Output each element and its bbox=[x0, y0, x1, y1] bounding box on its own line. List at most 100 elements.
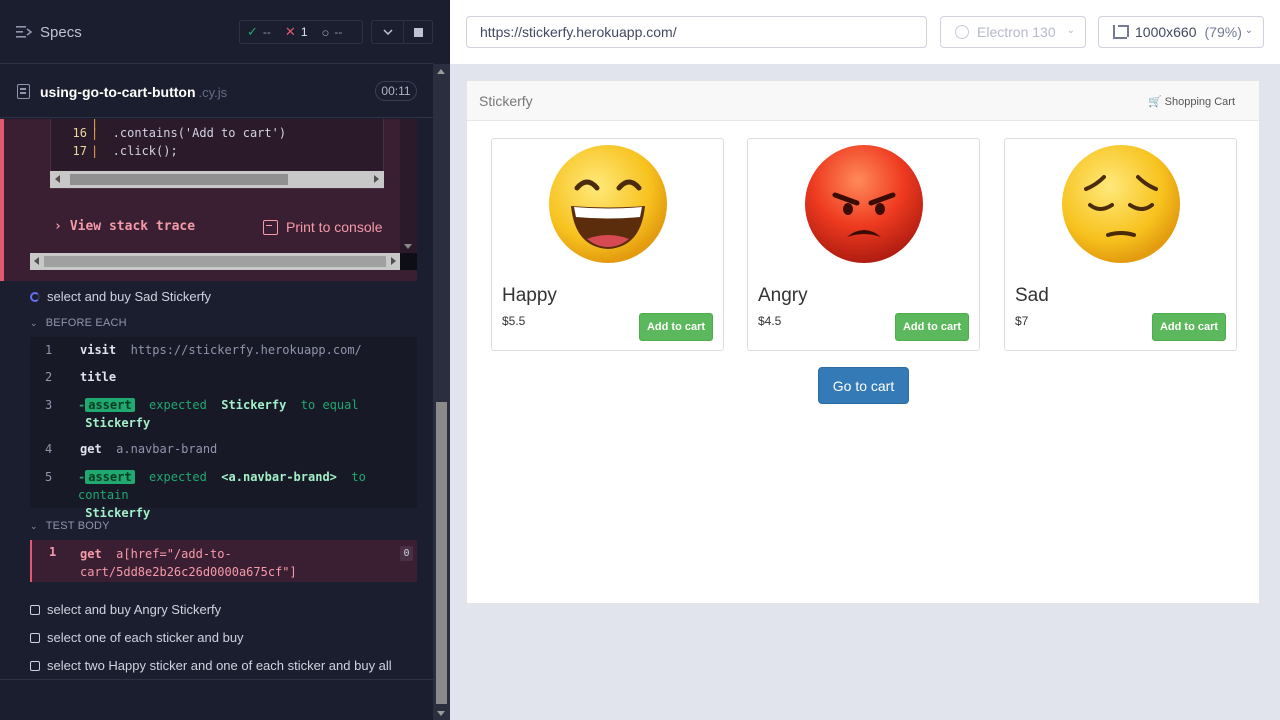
sad-face-icon bbox=[1062, 145, 1180, 263]
failed-count: 1 bbox=[300, 25, 308, 39]
product-price: $7 bbox=[1015, 314, 1029, 328]
test-item-two-happy[interactable]: select two Happy sticker and one of each… bbox=[30, 658, 392, 673]
hook-label: TEST BODY bbox=[45, 520, 110, 532]
file-icon bbox=[17, 84, 30, 99]
code-line-number: 17 bbox=[72, 144, 87, 158]
command-number: 4 bbox=[45, 442, 53, 456]
reporter-header: Specs ✓ -- ✕ 1 ○ -- bbox=[0, 0, 433, 64]
command-number: 3 bbox=[45, 398, 53, 412]
product-name: Happy bbox=[502, 285, 557, 306]
command-number: 5 bbox=[45, 470, 53, 484]
assert-value: Stickerfy bbox=[85, 416, 151, 430]
assert-subject: Stickerfy bbox=[221, 398, 287, 412]
product-card-sad: Sad $7 Add to cart bbox=[1004, 138, 1237, 351]
pending-count: -- bbox=[334, 25, 343, 39]
test-item-sad-stickerfy[interactable]: select and buy Sad Stickerfy bbox=[30, 289, 211, 304]
command-name: get bbox=[80, 442, 102, 456]
assert-text: to equal bbox=[300, 398, 359, 412]
divider bbox=[0, 679, 433, 680]
assert-value: Stickerfy bbox=[85, 506, 151, 520]
code-line: 16 | .contains('Add to cart') bbox=[51, 124, 287, 142]
command-message-line: a[href="/add-to- bbox=[116, 547, 232, 561]
pending-circle-icon: ○ bbox=[321, 24, 330, 40]
pending-square-icon bbox=[30, 660, 40, 671]
assert-badge: assert bbox=[85, 470, 135, 484]
scrollbar-corner bbox=[400, 253, 417, 270]
code-frame-scrollbar[interactable] bbox=[50, 171, 384, 188]
passed-count: -- bbox=[262, 25, 271, 39]
shopping-cart-link[interactable]: 🛒 Shopping Cart bbox=[1147, 95, 1235, 109]
test-item-one-of-each[interactable]: select one of each sticker and buy bbox=[30, 630, 244, 645]
specs-title[interactable]: Specs bbox=[40, 24, 82, 41]
error-panel-vertical-scrollbar[interactable] bbox=[400, 119, 417, 253]
chevron-right-icon: › bbox=[54, 219, 62, 234]
running-spinner-icon bbox=[30, 291, 40, 302]
cart-icon: 🛒 bbox=[1147, 96, 1162, 108]
product-card-angry: Angry $4.5 Add to cart bbox=[747, 138, 980, 351]
viewport-size: 1000x660 bbox=[1135, 24, 1197, 40]
spec-header: using-go-to-cart-button .cy.js 00:11 bbox=[0, 66, 433, 118]
command-name: visit bbox=[80, 343, 117, 357]
specs-menu-icon[interactable] bbox=[16, 25, 32, 39]
test-title: select one of each sticker and buy bbox=[47, 630, 244, 645]
product-price: $5.5 bbox=[502, 314, 526, 328]
command-number: 1 bbox=[45, 343, 53, 357]
pending-square-icon bbox=[30, 632, 40, 643]
code-line-text: .click(); bbox=[98, 144, 178, 158]
browser-name: Electron 130 bbox=[977, 24, 1056, 40]
command-message-line: cart/5dd8e2b26c26d0000a675cf"] bbox=[80, 565, 297, 579]
url-bar[interactable]: https://stickerfy.herokuapp.com/ bbox=[466, 16, 927, 48]
command-number: 2 bbox=[45, 370, 53, 384]
navbar-brand[interactable]: Stickerfy bbox=[479, 93, 533, 109]
assert-badge: assert bbox=[85, 398, 135, 412]
stop-button[interactable] bbox=[403, 20, 433, 44]
product-price: $4.5 bbox=[758, 314, 782, 328]
terminal-icon bbox=[263, 219, 278, 235]
print-to-console-label: Print to console bbox=[286, 219, 383, 235]
spec-duration: 00:11 bbox=[375, 81, 417, 101]
print-to-console-button[interactable]: Print to console bbox=[263, 219, 383, 235]
reporter-scrollbar[interactable] bbox=[433, 64, 450, 720]
product-name: Angry bbox=[758, 285, 808, 306]
spec-extension: .cy.js bbox=[198, 85, 228, 100]
app-navbar: Stickerfy 🛒 Shopping Cart bbox=[467, 81, 1259, 121]
browser-selector[interactable]: Electron 130 ⌄ bbox=[940, 16, 1086, 48]
viewport-scale: (79%) bbox=[1204, 24, 1242, 40]
code-line: 17 | .click(); bbox=[51, 142, 178, 160]
stat-passed: ✓ -- bbox=[240, 24, 278, 40]
chevron-down-icon: ⌄ bbox=[1066, 25, 1075, 36]
command-number: 1 bbox=[49, 545, 57, 559]
electron-icon bbox=[955, 25, 969, 39]
viewport-selector[interactable]: 1000x660 (79%) ⌄ bbox=[1098, 16, 1264, 48]
add-to-cart-button[interactable]: Add to cart bbox=[895, 313, 969, 341]
aut-header: https://stickerfy.herokuapp.com/ Electro… bbox=[450, 0, 1280, 64]
stat-failed: ✕ 1 bbox=[278, 24, 315, 40]
add-to-cart-button[interactable]: Add to cart bbox=[639, 313, 713, 341]
aut-panel: https://stickerfy.herokuapp.com/ Electro… bbox=[450, 0, 1280, 720]
test-item-angry-stickerfy[interactable]: select and buy Angry Stickerfy bbox=[30, 602, 221, 617]
code-line-number: 16 bbox=[72, 126, 87, 140]
check-icon: ✓ bbox=[247, 24, 258, 39]
assert-subject: <a.navbar-brand> bbox=[221, 470, 337, 484]
shopping-cart-label: Shopping Cart bbox=[1164, 95, 1235, 108]
ruler-icon bbox=[1113, 25, 1129, 39]
failed-command-row[interactable]: 1 get a[href="/add-to-cart/5dd8e2b26c26d… bbox=[30, 540, 417, 582]
test-body-header[interactable]: ⌄ TEST BODY bbox=[30, 520, 110, 532]
x-icon: ✕ bbox=[284, 24, 296, 39]
add-to-cart-button[interactable]: Add to cart bbox=[1152, 313, 1226, 341]
angry-face-icon bbox=[805, 145, 923, 263]
view-stack-trace-toggle[interactable]: › View stack trace bbox=[54, 219, 195, 234]
test-stats: ✓ -- ✕ 1 ○ -- bbox=[239, 20, 363, 44]
happy-face-icon bbox=[549, 145, 667, 263]
go-to-cart-button[interactable]: Go to cart bbox=[818, 367, 909, 404]
assert-text: expected bbox=[149, 470, 207, 484]
chevron-down-icon: ⌄ bbox=[30, 520, 38, 531]
test-title: select and buy Angry Stickerfy bbox=[47, 602, 222, 617]
collapse-all-button[interactable] bbox=[371, 20, 404, 44]
stop-icon bbox=[413, 27, 423, 37]
error-panel-horizontal-scrollbar[interactable] bbox=[30, 253, 400, 270]
product-card-happy: Happy $5.5 Add to cart bbox=[491, 138, 724, 351]
before-each-hook-header[interactable]: ⌄ BEFORE EACH bbox=[30, 317, 127, 329]
code-line-text: .contains('Add to cart') bbox=[98, 126, 287, 140]
command-name: get bbox=[80, 547, 102, 561]
